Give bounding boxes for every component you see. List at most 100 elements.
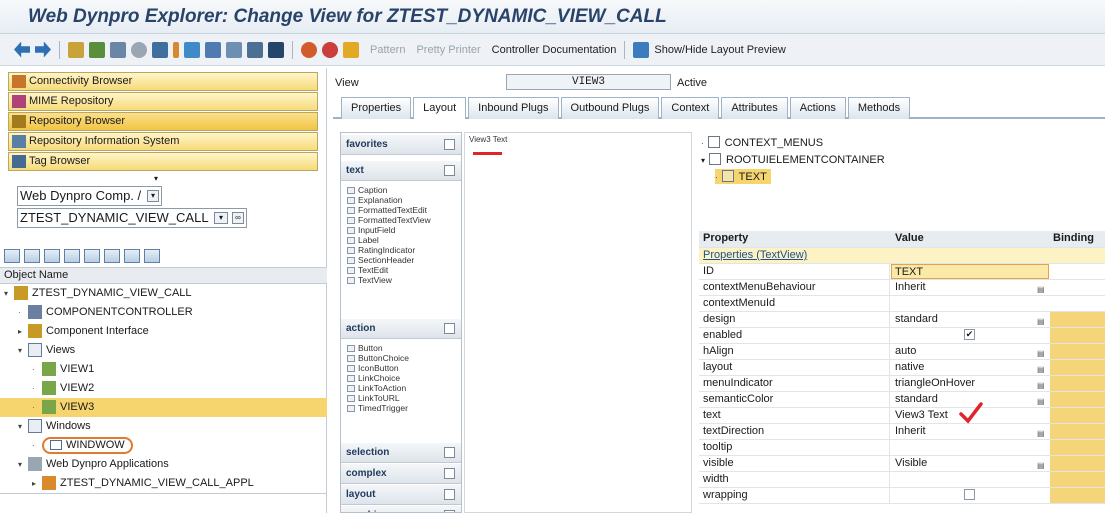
display-glasses-icon[interactable]: ∞ <box>232 212 244 224</box>
palette-group-graphic[interactable]: graphic <box>341 506 461 512</box>
palette-item-iconbutton[interactable]: IconButton <box>347 363 399 373</box>
dropdown-icon[interactable]: ▤ <box>1037 346 1045 358</box>
tab-context[interactable]: Context <box>661 97 720 119</box>
property-value[interactable]: standard <box>895 312 938 327</box>
palette-item-sectionheader[interactable]: SectionHeader <box>347 255 414 265</box>
expand-icon[interactable]: ▸ <box>32 474 42 493</box>
dropdown-icon[interactable]: ▾ <box>214 212 228 224</box>
palette-item-textview[interactable]: TextView <box>347 275 392 285</box>
activate-icon[interactable] <box>131 41 147 58</box>
back-icon[interactable] <box>4 249 20 263</box>
back-arrow-icon[interactable] <box>14 41 30 58</box>
tab-inbound-plugs[interactable]: Inbound Plugs <box>468 97 559 119</box>
palette-item-caption[interactable]: Caption <box>347 185 387 195</box>
binding-cell[interactable] <box>1050 376 1105 391</box>
tab-properties[interactable]: Properties <box>341 97 412 119</box>
property-value[interactable]: View3 Text <box>895 408 948 423</box>
binding-cell[interactable] <box>1050 424 1105 439</box>
palette-item-button[interactable]: Button <box>347 343 383 353</box>
tab-attributes[interactable]: Attributes <box>721 97 788 119</box>
tree-node-web-dynpro-applications[interactable]: ▾ Web Dynpro Applications <box>0 455 327 474</box>
dropdown-icon[interactable]: ▤ <box>1037 362 1045 374</box>
binding-cell[interactable] <box>1050 472 1105 487</box>
up-one-level-icon[interactable] <box>44 249 60 263</box>
palette-item-linktoaction[interactable]: LinkToAction <box>347 383 406 393</box>
binding-cell[interactable] <box>1050 360 1105 375</box>
palette-item-timedtrigger[interactable]: TimedTrigger <box>347 403 408 413</box>
ui-node-context-menus[interactable]: · CONTEXT_MENUS <box>701 136 823 149</box>
where-used-icon[interactable] <box>173 41 179 58</box>
repository-information-system-button[interactable]: Repository Information System <box>8 132 318 151</box>
property-group-title[interactable]: Properties (TextView) <box>703 248 807 263</box>
binding-cell[interactable] <box>1050 312 1105 327</box>
palette-item-inputfield[interactable]: InputField <box>347 225 395 235</box>
tree-node-windwow[interactable]: · WINDWOW <box>0 436 327 455</box>
id-value-field[interactable]: TEXT <box>891 264 1049 279</box>
dropdown-icon[interactable]: ▤ <box>1037 282 1045 294</box>
edit-toggle-icon[interactable] <box>68 41 84 58</box>
tree-node-component[interactable]: ▾ ZTEST_DYNAMIC_VIEW_CALL <box>0 284 327 303</box>
tab-methods[interactable]: Methods <box>847 97 911 119</box>
palette-group-action[interactable]: action <box>341 319 461 339</box>
binding-cell[interactable] <box>1050 456 1105 471</box>
debugger-icon[interactable] <box>343 41 359 58</box>
expand-icon[interactable] <box>444 447 455 458</box>
wrapping-checkbox[interactable] <box>964 489 975 500</box>
property-value[interactable]: Inherit <box>895 424 926 439</box>
binding-cell[interactable] <box>1050 344 1105 359</box>
palette-group-selection[interactable]: selection <box>341 443 461 463</box>
expand-icon[interactable]: ▾ <box>4 284 14 303</box>
show-hide-layout-preview-button[interactable]: Show/Hide Layout Preview <box>654 44 785 56</box>
expand-icon[interactable]: ▾ <box>18 417 28 436</box>
tree-node-view2[interactable]: · VIEW2 <box>0 379 327 398</box>
pretty-printer-button[interactable]: Pretty Printer <box>416 44 480 56</box>
breakpoint-icon[interactable] <box>322 41 338 58</box>
tag-browser-button[interactable]: Tag Browser <box>8 152 318 171</box>
property-value[interactable]: Inherit <box>895 280 926 295</box>
navigate-icon[interactable] <box>184 41 200 58</box>
tree-node-view1[interactable]: · VIEW1 <box>0 360 327 379</box>
property-value[interactable]: triangleOnHover <box>895 376 975 391</box>
collapse-icon[interactable] <box>444 165 455 176</box>
binding-cell[interactable] <box>1050 328 1105 343</box>
preview-textview[interactable]: View3 Text <box>469 135 507 144</box>
dropdown-icon[interactable]: ▤ <box>1037 458 1045 470</box>
expand-icon[interactable]: ▾ <box>18 455 28 474</box>
forward-icon[interactable] <box>24 249 40 263</box>
splitter-handle-icon[interactable]: ▾ <box>154 174 158 183</box>
tree-node-application[interactable]: ▸ ZTEST_DYNAMIC_VIEW_CALL_APPL <box>0 474 327 493</box>
palette-item-linkchoice[interactable]: LinkChoice <box>347 373 400 383</box>
property-value[interactable]: auto <box>895 344 916 359</box>
hierarchy-icon[interactable] <box>205 41 221 58</box>
tab-actions[interactable]: Actions <box>789 97 846 119</box>
favorites-icon[interactable] <box>64 249 80 263</box>
check-icon[interactable] <box>110 41 126 58</box>
info-icon[interactable] <box>268 41 284 58</box>
tab-outbound-plugs[interactable]: Outbound Plugs <box>560 97 660 119</box>
palette-group-favorites[interactable]: favorites <box>341 135 461 155</box>
dropdown-icon[interactable]: ▤ <box>1037 314 1045 326</box>
expand-icon[interactable]: ▾ <box>701 156 705 165</box>
layout-preview-canvas[interactable]: View3 Text <box>464 132 692 513</box>
window-icon[interactable] <box>247 41 263 58</box>
tree-icon[interactable] <box>104 249 120 263</box>
ui-node-text[interactable]: · TEXT <box>715 169 771 184</box>
expand-icon[interactable]: ▸ <box>18 322 28 341</box>
tab-layout[interactable]: Layout <box>413 97 467 119</box>
object-type-dropdown[interactable]: Web Dynpro Comp. / Intf. ▾ <box>17 186 162 221</box>
tree-node-component-interface[interactable]: ▸ Component Interface <box>0 322 327 341</box>
palette-item-label[interactable]: Label <box>347 235 379 245</box>
palette-group-layout[interactable]: layout <box>341 485 461 505</box>
switch-display-icon[interactable] <box>89 41 105 58</box>
property-value[interactable]: standard <box>895 392 938 407</box>
refresh-icon[interactable] <box>124 249 140 263</box>
dropdown-icon[interactable]: ▤ <box>1037 426 1045 438</box>
dropdown-icon[interactable]: ▤ <box>1037 378 1045 390</box>
hierarchy-up-icon[interactable] <box>84 249 100 263</box>
palette-item-explanation[interactable]: Explanation <box>347 195 402 205</box>
palette-item-linktourl[interactable]: LinkToURL <box>347 393 400 403</box>
enabled-checkbox[interactable]: ✔ <box>964 329 975 340</box>
pattern-button[interactable]: Pattern <box>370 44 405 56</box>
repository-browser-button[interactable]: Repository Browser <box>8 112 318 131</box>
palette-group-text[interactable]: text <box>341 161 461 181</box>
